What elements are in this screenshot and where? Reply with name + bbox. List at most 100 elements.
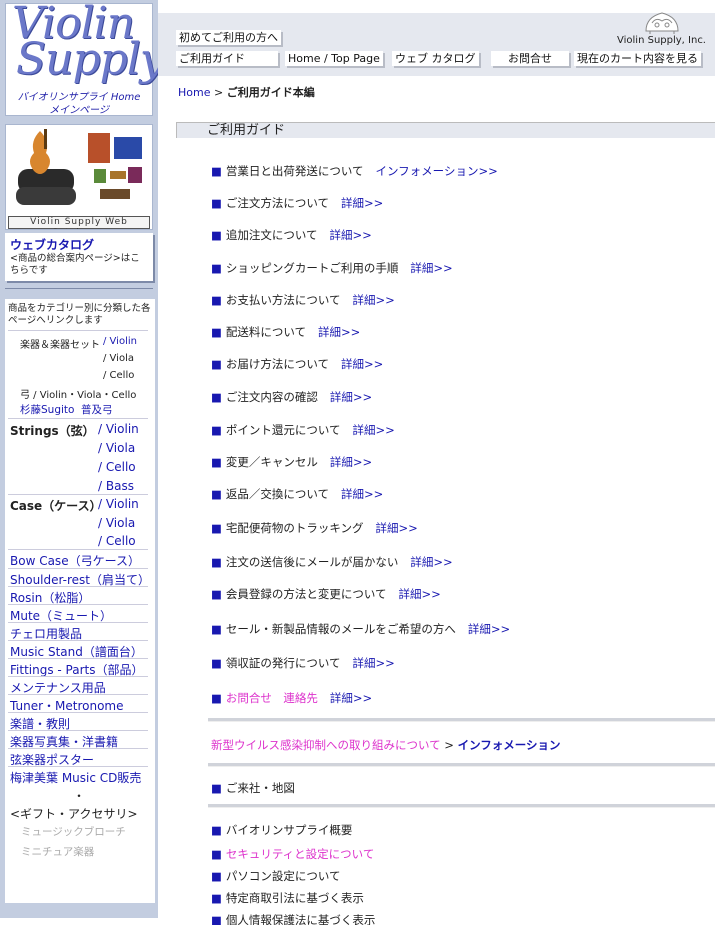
accessories-image [88,133,142,199]
menu-instruments-label: 楽器＆楽器セット [20,340,100,351]
menu-instruments-viola[interactable]: / Viola [103,353,134,364]
guide-item: ■ お支払い方法について 詳細>> [211,292,395,308]
home-button[interactable]: Home / Top Page [285,51,383,66]
menu-strings-violin[interactable]: / Violin [98,422,139,436]
guide-item-link[interactable]: 詳細>> [341,357,383,371]
violin-scroll-logo-icon [645,12,679,34]
company-map-link[interactable]: ■ ご来社・地図 [211,780,295,796]
square-bullet-icon: ■ [211,164,222,178]
guide-item-link[interactable]: 詳細>> [341,196,383,210]
guide-item-link[interactable]: 詳細>> [353,423,395,437]
logo-home-link[interactable]: Violin Supply バイオリンサプライ Home メインページ [5,2,165,116]
about-list-item[interactable]: ■ 特定商取引法に基づく表示 [211,890,364,906]
breadcrumb-home[interactable]: Home [178,86,210,99]
square-bullet-icon: ■ [211,622,222,636]
guide-item-link[interactable]: 詳細>> [330,228,372,242]
guide-item-link[interactable]: 詳細>> [353,293,395,307]
guide-item: ■ 会員登録の方法と変更について 詳細>> [211,586,441,602]
page-title: ご利用ガイド [176,122,715,138]
breadcrumb: Home > ご利用ガイド本編 [178,86,315,99]
menu-instruments-violin[interactable]: / Violin [103,336,137,347]
square-bullet-icon: ■ [211,521,222,535]
menu-case-cello[interactable]: / Cello [98,534,136,548]
guide-item-link[interactable]: 詳細>> [410,555,452,569]
guide-item: ■ ご注文方法について 詳細>> [211,195,383,211]
menu-strings-cello[interactable]: / Cello [98,460,136,474]
menu-fukyu[interactable]: 普及弓 [81,402,113,417]
guide-item-link[interactable]: 詳細>> [468,622,510,636]
square-bullet-icon: ■ [211,455,222,469]
divider [8,604,148,605]
contact-button[interactable]: お問合せ [491,51,569,66]
divider [8,730,148,731]
guide-item: ■ お届け方法について 詳細>> [211,356,383,372]
guide-item-link[interactable]: 詳細>> [318,325,360,339]
web-catalog-button[interactable]: ウェブ カタログ [392,51,479,66]
guide-item-link[interactable]: 詳細>> [353,656,395,670]
guide-item-link[interactable]: 詳細>> [330,691,372,705]
guide-item-label: お届け方法について [225,357,330,371]
covid-text[interactable]: 新型ウイルス感染抑制への取り組みについて [211,738,441,752]
guide-item-link[interactable]: 詳細>> [376,521,418,535]
divider [8,568,148,569]
sidebar-divider [5,288,153,289]
square-bullet-icon: ■ [211,587,222,601]
square-bullet-icon: ■ [211,487,222,501]
menu-brooch[interactable]: ミュージックブローチ [21,824,126,839]
menu-strings-viola[interactable]: / Viola [98,441,135,455]
guide-item: ■ 領収証の発行について 詳細>> [211,655,395,671]
guide-item-label: 追加注文について [225,228,318,242]
menu-strings-bass[interactable]: / Bass [98,479,134,493]
about-list-item[interactable]: ■ バイオリンサプライ概要 [211,822,352,838]
square-bullet-icon: ■ [211,228,222,242]
menu-cd[interactable]: 梅津美葉 Music CD販売 [10,769,141,786]
about-item-label: 個人情報保護法に基づく表示 [225,913,376,925]
menu-sugito[interactable]: 杉藤Sugito [20,402,74,417]
guide-item-link[interactable]: 詳細>> [341,487,383,501]
square-bullet-icon: ■ [211,390,222,404]
cart-button[interactable]: 現在のカート内容を見る [574,51,701,66]
guide-item-link[interactable]: 詳細>> [330,455,372,469]
divider [8,658,148,659]
menu-bows[interactable]: 弓 / Violin・Viola・Cello [20,386,136,401]
catalogue-banner-label: Violin Supply Web Catalogue [8,216,150,229]
guide-item: ■ 追加注文について 詳細>> [211,227,372,243]
about-list-item[interactable]: ■ 個人情報保護法に基づく表示 [211,912,375,925]
square-bullet-icon: ■ [211,261,222,275]
divider-bar [208,763,715,767]
about-list-item[interactable]: ■ セキュリティと設定について [211,846,374,862]
first-time-button[interactable]: 初めてご利用の方へ [176,30,281,45]
divider [8,330,148,331]
guide-item-label: 会員登録の方法と変更について [225,587,387,601]
divider [8,766,148,767]
about-list-item[interactable]: ■ パソコン設定について [211,868,341,884]
square-bullet-icon: ■ [211,847,222,861]
covid-info-link[interactable]: インフォメーション [458,738,561,752]
guide-item: ■ お問合せ 連絡先 詳細>> [211,690,372,706]
guide-item-label: ポイント還元について [225,423,341,437]
covid-notice: 新型ウイルス感染抑制への取り組みについて > インフォメーション [211,738,561,752]
guide-item-link[interactable]: インフォメーション>> [376,164,498,178]
square-bullet-icon: ■ [211,196,222,210]
guide-item: ■ 返品／交換について 詳細>> [211,486,383,502]
menu-gift[interactable]: <ギフト・アクセサリ> [10,805,138,822]
guide-item-link[interactable]: 詳細>> [399,587,441,601]
guide-item-label: 宅配便荷物のトラッキング [225,521,364,535]
square-bullet-icon: ■ [211,869,222,883]
guide-item-label: 返品／交換について [225,487,330,501]
sidebar: Violin Supply バイオリンサプライ Home メインページ Viol… [0,0,165,918]
menu-instruments-cello[interactable]: / Cello [103,370,134,381]
web-catalog-link[interactable]: ウェブカタログ <商品の総合案内ページ>はこちらです [5,233,153,281]
breadcrumb-current: ご利用ガイド本編 [226,86,315,99]
guide-item-link[interactable]: 詳細>> [330,390,372,404]
guide-button[interactable]: ご利用ガイド [176,51,278,66]
divider [8,622,148,623]
menu-miniature[interactable]: ミニチュア楽器 [21,844,94,859]
guide-item-link[interactable]: 詳細>> [410,261,452,275]
menu-bow-case[interactable]: Bow Case（弓ケース） [10,552,140,569]
divider-bar [208,804,715,808]
menu-case-violin[interactable]: / Violin [98,497,139,511]
violin-case-image [16,129,76,205]
menu-case-viola[interactable]: / Viola [98,516,135,530]
catalogue-banner[interactable]: Violin Supply Web Catalogue [5,124,153,230]
